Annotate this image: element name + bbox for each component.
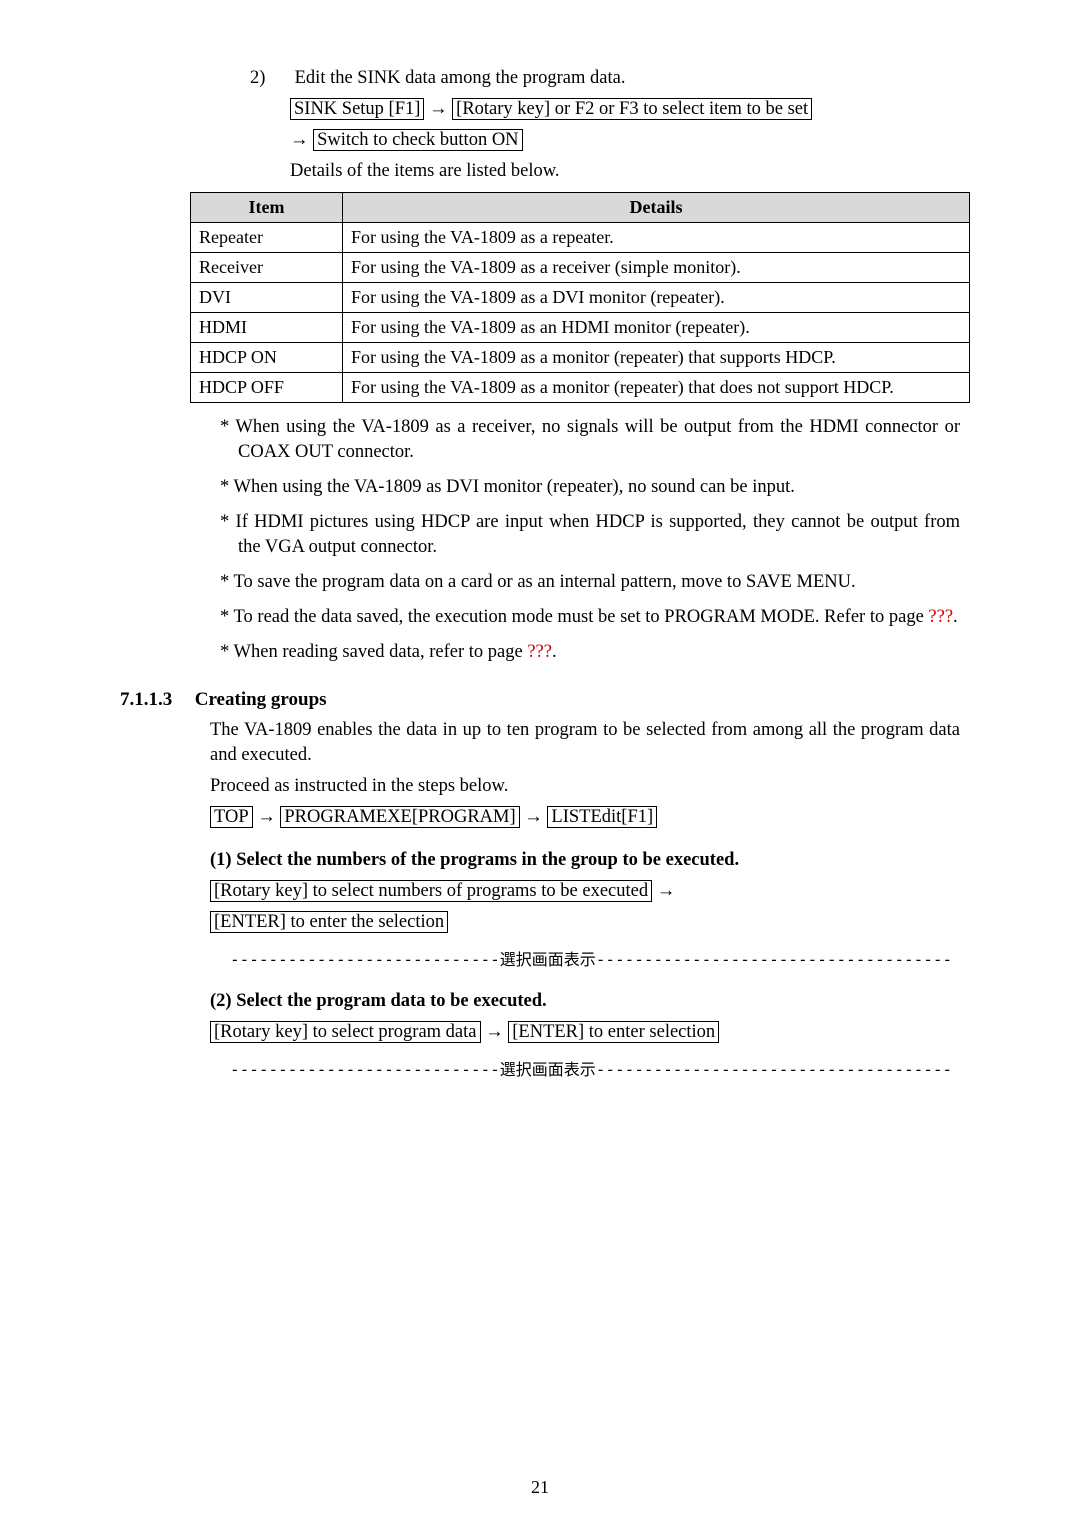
rotary-f2-f3-box: [Rotary key] or F2 or F3 to select item … [452, 98, 812, 120]
substep-1-line1: [Rotary key] to select numbers of progra… [210, 879, 960, 904]
arrow-icon: → [485, 1022, 504, 1042]
page-ref-red: ??? [928, 607, 953, 627]
arrow-icon: → [429, 99, 448, 119]
step-2-nav: SINK Setup [F1] → [Rotary key] or F2 or … [290, 97, 960, 122]
programexe-box: PROGRAMEXE[PROGRAM] [280, 806, 519, 828]
substep-1-line2: [ENTER] to enter the selection [210, 910, 960, 935]
note-5: * To read the data saved, the execution … [220, 605, 960, 630]
section-number: 7.1.1.3 [120, 687, 190, 713]
table-row: HDCP ONFor using the VA-1809 as a monito… [191, 342, 970, 372]
section-heading: 7.1.1.3 Creating groups [120, 687, 960, 713]
note-3: * If HDMI pictures using HDCP are input … [220, 510, 960, 560]
arrow-icon: → [524, 807, 543, 827]
page-number: 21 [0, 1477, 1080, 1498]
rotary-select-program-box: [Rotary key] to select program data [210, 1021, 481, 1043]
th-item: Item [191, 192, 343, 222]
substep-1-head: (1) Select the numbers of the programs i… [210, 848, 960, 873]
substep-2-head: (2) Select the program data to be execut… [210, 989, 960, 1014]
top-box: TOP [210, 806, 253, 828]
page-ref-red: ??? [527, 642, 552, 662]
table-row: HDMIFor using the VA-1809 as an HDMI mon… [191, 312, 970, 342]
arrow-icon: → [657, 881, 676, 901]
enter-selection-box-2: [ENTER] to enter selection [508, 1021, 719, 1043]
step-2-text: Edit the SINK data among the program dat… [295, 68, 626, 88]
step-2-num: 2) [250, 66, 290, 91]
note-2: * When using the VA-1809 as DVI monitor … [220, 475, 960, 500]
separator-1: ----------------------------選択画面表示------… [230, 949, 960, 971]
listedit-box: LISTEdit[F1] [547, 806, 657, 828]
table-header-row: Item Details [191, 192, 970, 222]
separator-2: ----------------------------選択画面表示------… [230, 1059, 960, 1081]
enter-selection-box: [ENTER] to enter the selection [210, 911, 448, 933]
step-2-nav-cont: → Switch to check button ON [290, 128, 960, 153]
details-intro: Details of the items are listed below. [290, 159, 960, 184]
section-para-1: The VA-1809 enables the data in up to te… [210, 718, 960, 768]
note-1: * When using the VA-1809 as a receiver, … [220, 415, 960, 465]
rotary-select-numbers-box: [Rotary key] to select numbers of progra… [210, 880, 652, 902]
switch-check-on-box: Switch to check button ON [313, 129, 522, 151]
arrow-icon: → [290, 130, 309, 150]
table-row: RepeaterFor using the VA-1809 as a repea… [191, 222, 970, 252]
section-nav: TOP → PROGRAMEXE[PROGRAM] → LISTEdit[F1] [210, 805, 960, 830]
note-4: * To save the program data on a card or … [220, 570, 960, 595]
items-table: Item Details RepeaterFor using the VA-18… [190, 192, 970, 403]
sink-setup-box: SINK Setup [F1] [290, 98, 424, 120]
step-2-line: 2) Edit the SINK data among the program … [250, 66, 960, 91]
section-para-2: Proceed as instructed in the steps below… [210, 774, 960, 799]
substep-2-line: [Rotary key] to select program data → [E… [210, 1020, 960, 1045]
table-row: DVIFor using the VA-1809 as a DVI monito… [191, 282, 970, 312]
table-row: ReceiverFor using the VA-1809 as a recei… [191, 252, 970, 282]
arrow-icon: → [257, 807, 276, 827]
table-row: HDCP OFFFor using the VA-1809 as a monit… [191, 372, 970, 402]
note-6: * When reading saved data, refer to page… [220, 640, 960, 665]
th-details: Details [343, 192, 970, 222]
section-title: Creating groups [195, 689, 327, 710]
